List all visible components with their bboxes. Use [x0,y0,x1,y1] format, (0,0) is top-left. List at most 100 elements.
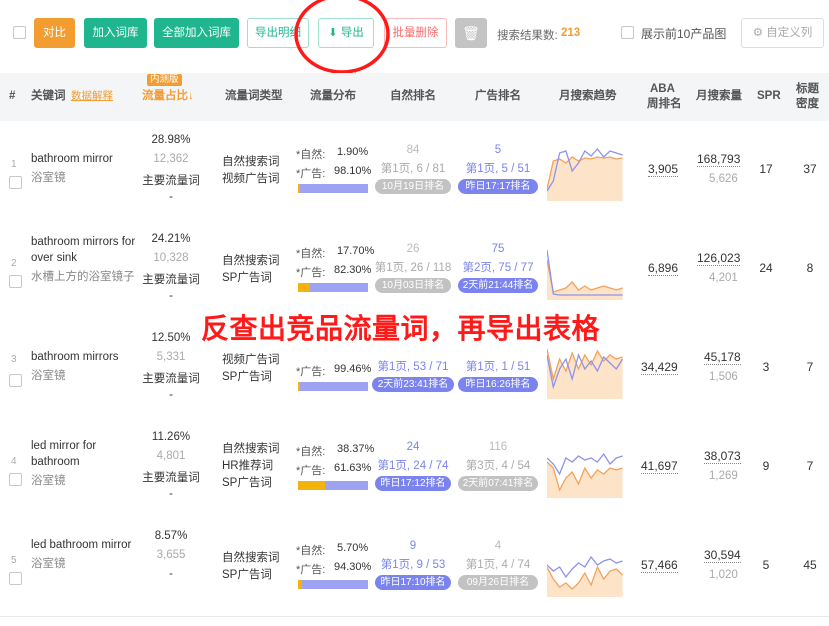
traffic-type: 视频广告词 [222,173,280,185]
share-count: 3,655 [156,549,186,561]
monthly-volume[interactable]: 45,178 [704,350,741,365]
ad-rank-detail[interactable]: 第2页, 75 / 77 [455,259,541,275]
beta-badge: 内测版 [147,74,182,86]
keyword-cell: bathroom mirrors for over sink 水槽上方的浴室镜子 [31,234,136,285]
row-checkbox[interactable] [9,275,22,288]
title-density: 45 [803,558,817,572]
ad-rank-top[interactable]: 116 [457,441,539,453]
aba-rank[interactable]: 6,896 [648,261,679,276]
natural-share-fill [298,283,311,292]
distribution-bar [298,580,368,589]
row-checkbox[interactable] [9,176,22,189]
spr-value: 9 [762,459,770,473]
monthly-volume[interactable]: 126,023 [697,251,741,266]
monthly-volume[interactable]: 168,793 [697,152,741,167]
keyword-text[interactable]: led bathroom mirror [31,537,136,553]
organic-rank-top[interactable]: 84 [372,144,454,156]
ad-rank-detail[interactable]: 第3页, 4 / 54 [455,457,541,473]
row-checkbox[interactable] [9,572,22,585]
search-trend-chart[interactable] [547,537,625,597]
col-volume: 月搜索量 [696,90,742,102]
ad-label: *广告: [296,168,326,180]
search-trend-chart[interactable] [547,438,625,498]
distribution-bar [298,184,368,193]
share-count: 4,801 [156,450,186,462]
share-main-label: 主要流量词 [142,373,200,385]
ad-rank-detail[interactable]: 第1页, 5 / 51 [455,160,541,176]
monthly-volume[interactable]: 30,594 [704,548,741,563]
ad-value: 94.30% [334,561,372,573]
keyword-text[interactable]: bathroom mirror [31,151,136,167]
share-dash: - [169,488,173,500]
table-row: 4 led mirror for bathroom 浴室镜 11.26% 4,801 主要… [0,418,829,518]
keyword-text[interactable]: led mirror for bathroom [31,438,136,470]
aba-rank[interactable]: 3,905 [648,162,679,177]
traffic-type: SP广告词 [222,272,272,284]
search-trend-chart[interactable] [547,141,625,201]
spr-value: 24 [759,261,773,275]
table-header: # 关键词 数据解释 内测版 流量占比↓ 流量词类型 流量分布 自然排名 广告排… [0,73,829,121]
traffic-type: 视频广告词 [222,354,280,366]
organic-rank-detail[interactable]: 第1页, 26 / 118 [370,259,456,275]
monthly-volume[interactable]: 38,073 [704,449,741,464]
ad-rank-detail[interactable]: 第1页, 4 / 74 [455,556,541,572]
keyword-translation: 水槽上方的浴室镜子 [31,271,135,283]
aba-rank[interactable]: 57,466 [641,558,678,573]
organic-rank-time: 昨日17:10排名 [375,575,451,590]
organic-rank-detail[interactable]: 第1页, 6 / 81 [370,160,456,176]
organic-rank-time: 10月19日排名 [375,179,451,194]
daily-volume: 5,626 [709,173,738,185]
keyword-cell: bathroom mirror 浴室镜 [31,151,136,186]
annotation-text: 反查出竞品流量词，再导出表格 [201,313,601,344]
organic-rank-top[interactable]: 26 [372,243,454,255]
aba-rank[interactable]: 34,429 [641,360,678,375]
search-trend-chart[interactable] [547,339,625,399]
share-main-label: 主要流量词 [142,472,200,484]
organic-rank-top[interactable]: 24 [372,441,454,453]
share-percent: 28.98% [151,134,191,146]
natural-share-fill [298,481,325,490]
aba-rank[interactable]: 41,697 [641,459,678,474]
spr-value: 17 [759,162,773,176]
col-spr: SPR [757,90,781,102]
natural-label: *自然: [296,446,326,458]
ad-rank-top[interactable]: 5 [457,144,539,156]
row-index: 5 [11,555,17,566]
keyword-text[interactable]: bathroom mirrors [31,349,136,365]
daily-volume: 1,506 [709,371,738,383]
row-index: 1 [11,159,17,170]
col-organic-rank: 自然排名 [390,90,436,102]
ad-rank-top[interactable]: 75 [457,243,539,255]
keyword-text[interactable]: bathroom mirrors for over sink [31,234,136,266]
share-percent: 11.26% [151,431,191,443]
row-checkbox[interactable] [9,374,22,387]
ad-rank-time: 09月26日排名 [458,575,538,590]
organic-rank-top[interactable]: 9 [372,540,454,552]
organic-rank-detail[interactable]: 第1页, 9 / 53 [370,556,456,572]
organic-rank-detail[interactable]: 第1页, 24 / 74 [370,457,456,473]
ad-rank-top[interactable]: 4 [457,540,539,552]
keyword-cell: led mirror for bathroom 浴室镜 [31,438,136,489]
organic-rank-detail[interactable]: 第1页, 53 / 71 [370,358,456,374]
row-index: 2 [11,258,17,269]
share-dash: - [169,568,173,580]
traffic-type: 自然搜索词 [222,443,280,455]
title-density: 37 [803,162,817,176]
traffic-type: SP广告词 [222,569,272,581]
row-checkbox[interactable] [9,473,22,486]
col-density-sub: 密度 [796,98,819,110]
ad-value: 99.46% [334,363,372,375]
export-highlight-circle [294,0,390,74]
distribution-bar [298,382,368,391]
search-trend-chart[interactable] [547,240,625,300]
organic-rank-time: 昨日17:12排名 [375,476,451,491]
data-explain-link[interactable]: 数据解释 [71,89,113,104]
ad-rank-time: 昨日17:17排名 [458,179,538,194]
ad-rank-detail[interactable]: 第1页, 1 / 51 [455,358,541,374]
row-index: 4 [11,456,17,467]
share-count: 10,328 [153,252,189,264]
col-ad-rank: 广告排名 [475,90,521,102]
col-share[interactable]: 流量占比↓ [142,89,194,104]
col-distribution: 流量分布 [310,90,356,102]
ad-label: *广告: [296,267,326,279]
